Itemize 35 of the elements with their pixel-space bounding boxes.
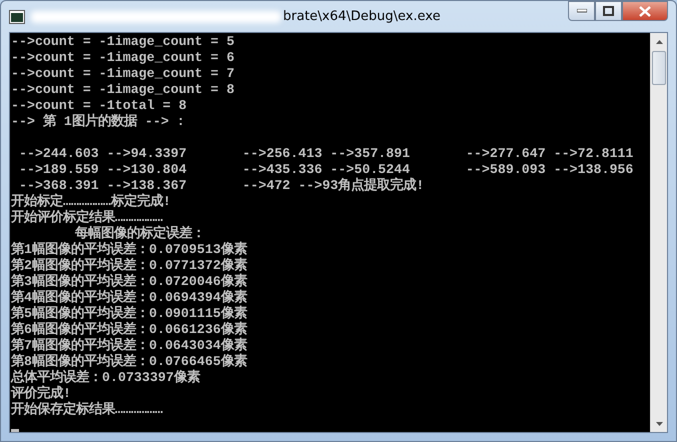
console-icon	[9, 10, 25, 24]
close-button[interactable]	[622, 1, 668, 21]
minimize-icon	[576, 9, 586, 13]
console-line: 总体平均误差：0.0733397像素	[11, 370, 202, 385]
console-line: 开始标定………………标定完成!	[11, 194, 172, 209]
console-line: -->368.391 -->138.367 -->472 -->93角点提取完成!	[18, 178, 426, 193]
console-line: 第1幅图像的平均误差：0.0709513像素	[11, 242, 248, 258]
console-line: 第5幅图像的平均误差：0.0901115像素	[11, 306, 248, 322]
text-cursor	[11, 429, 19, 432]
console-line: -->count = -1image_count = 5	[11, 34, 236, 50]
console-line: -->count = -1image_count = 7	[11, 66, 236, 82]
up-arrow-icon	[656, 40, 662, 44]
maximize-icon	[603, 6, 614, 16]
console-line: 每幅图像的标定误差：	[74, 226, 206, 242]
console-line: --> 第 1图片的数据 --> :	[11, 114, 186, 130]
console-line: -->count = -1image_count = 8	[11, 82, 236, 98]
console-line: 评价完成!	[11, 386, 72, 401]
close-icon	[639, 6, 651, 16]
console-line: 第2幅图像的平均误差：0.0771372像素	[11, 258, 248, 274]
console-line: 第3幅图像的平均误差：0.0720046像素	[11, 274, 248, 290]
scroll-thumb[interactable]	[652, 51, 666, 85]
console-line: -->189.559 -->130.804 -->435.336 -->50.5244 -->589.093 -->138.956	[18, 162, 634, 177]
minimize-button[interactable]	[568, 1, 595, 21]
console-line: 第7幅图像的平均误差：0.0643034像素	[11, 338, 248, 354]
console-line: -->count = -1image_count = 6	[11, 50, 236, 66]
console-line: 第6幅图像的平均误差：0.0661236像素	[11, 322, 248, 338]
console-line: -->count = -1total = 8	[11, 98, 188, 114]
console-line: 开始保存定标结果………………	[11, 402, 164, 418]
down-arrow-icon	[656, 422, 662, 426]
console-line: -->244.603 -->94.3397 -->256.413 -->357.891 -->277.647 -->72.8111	[18, 146, 634, 162]
window-title: brate\x64\Debug\ex.exe	[283, 8, 440, 26]
console-line: 第4幅图像的平均误差：0.0694394像素	[11, 290, 248, 306]
console-line: 第8幅图像的平均误差：0.0766465像素	[11, 354, 248, 370]
console-line: 开始评价标定结果………………	[11, 210, 164, 225]
maximize-button[interactable]	[595, 1, 622, 21]
